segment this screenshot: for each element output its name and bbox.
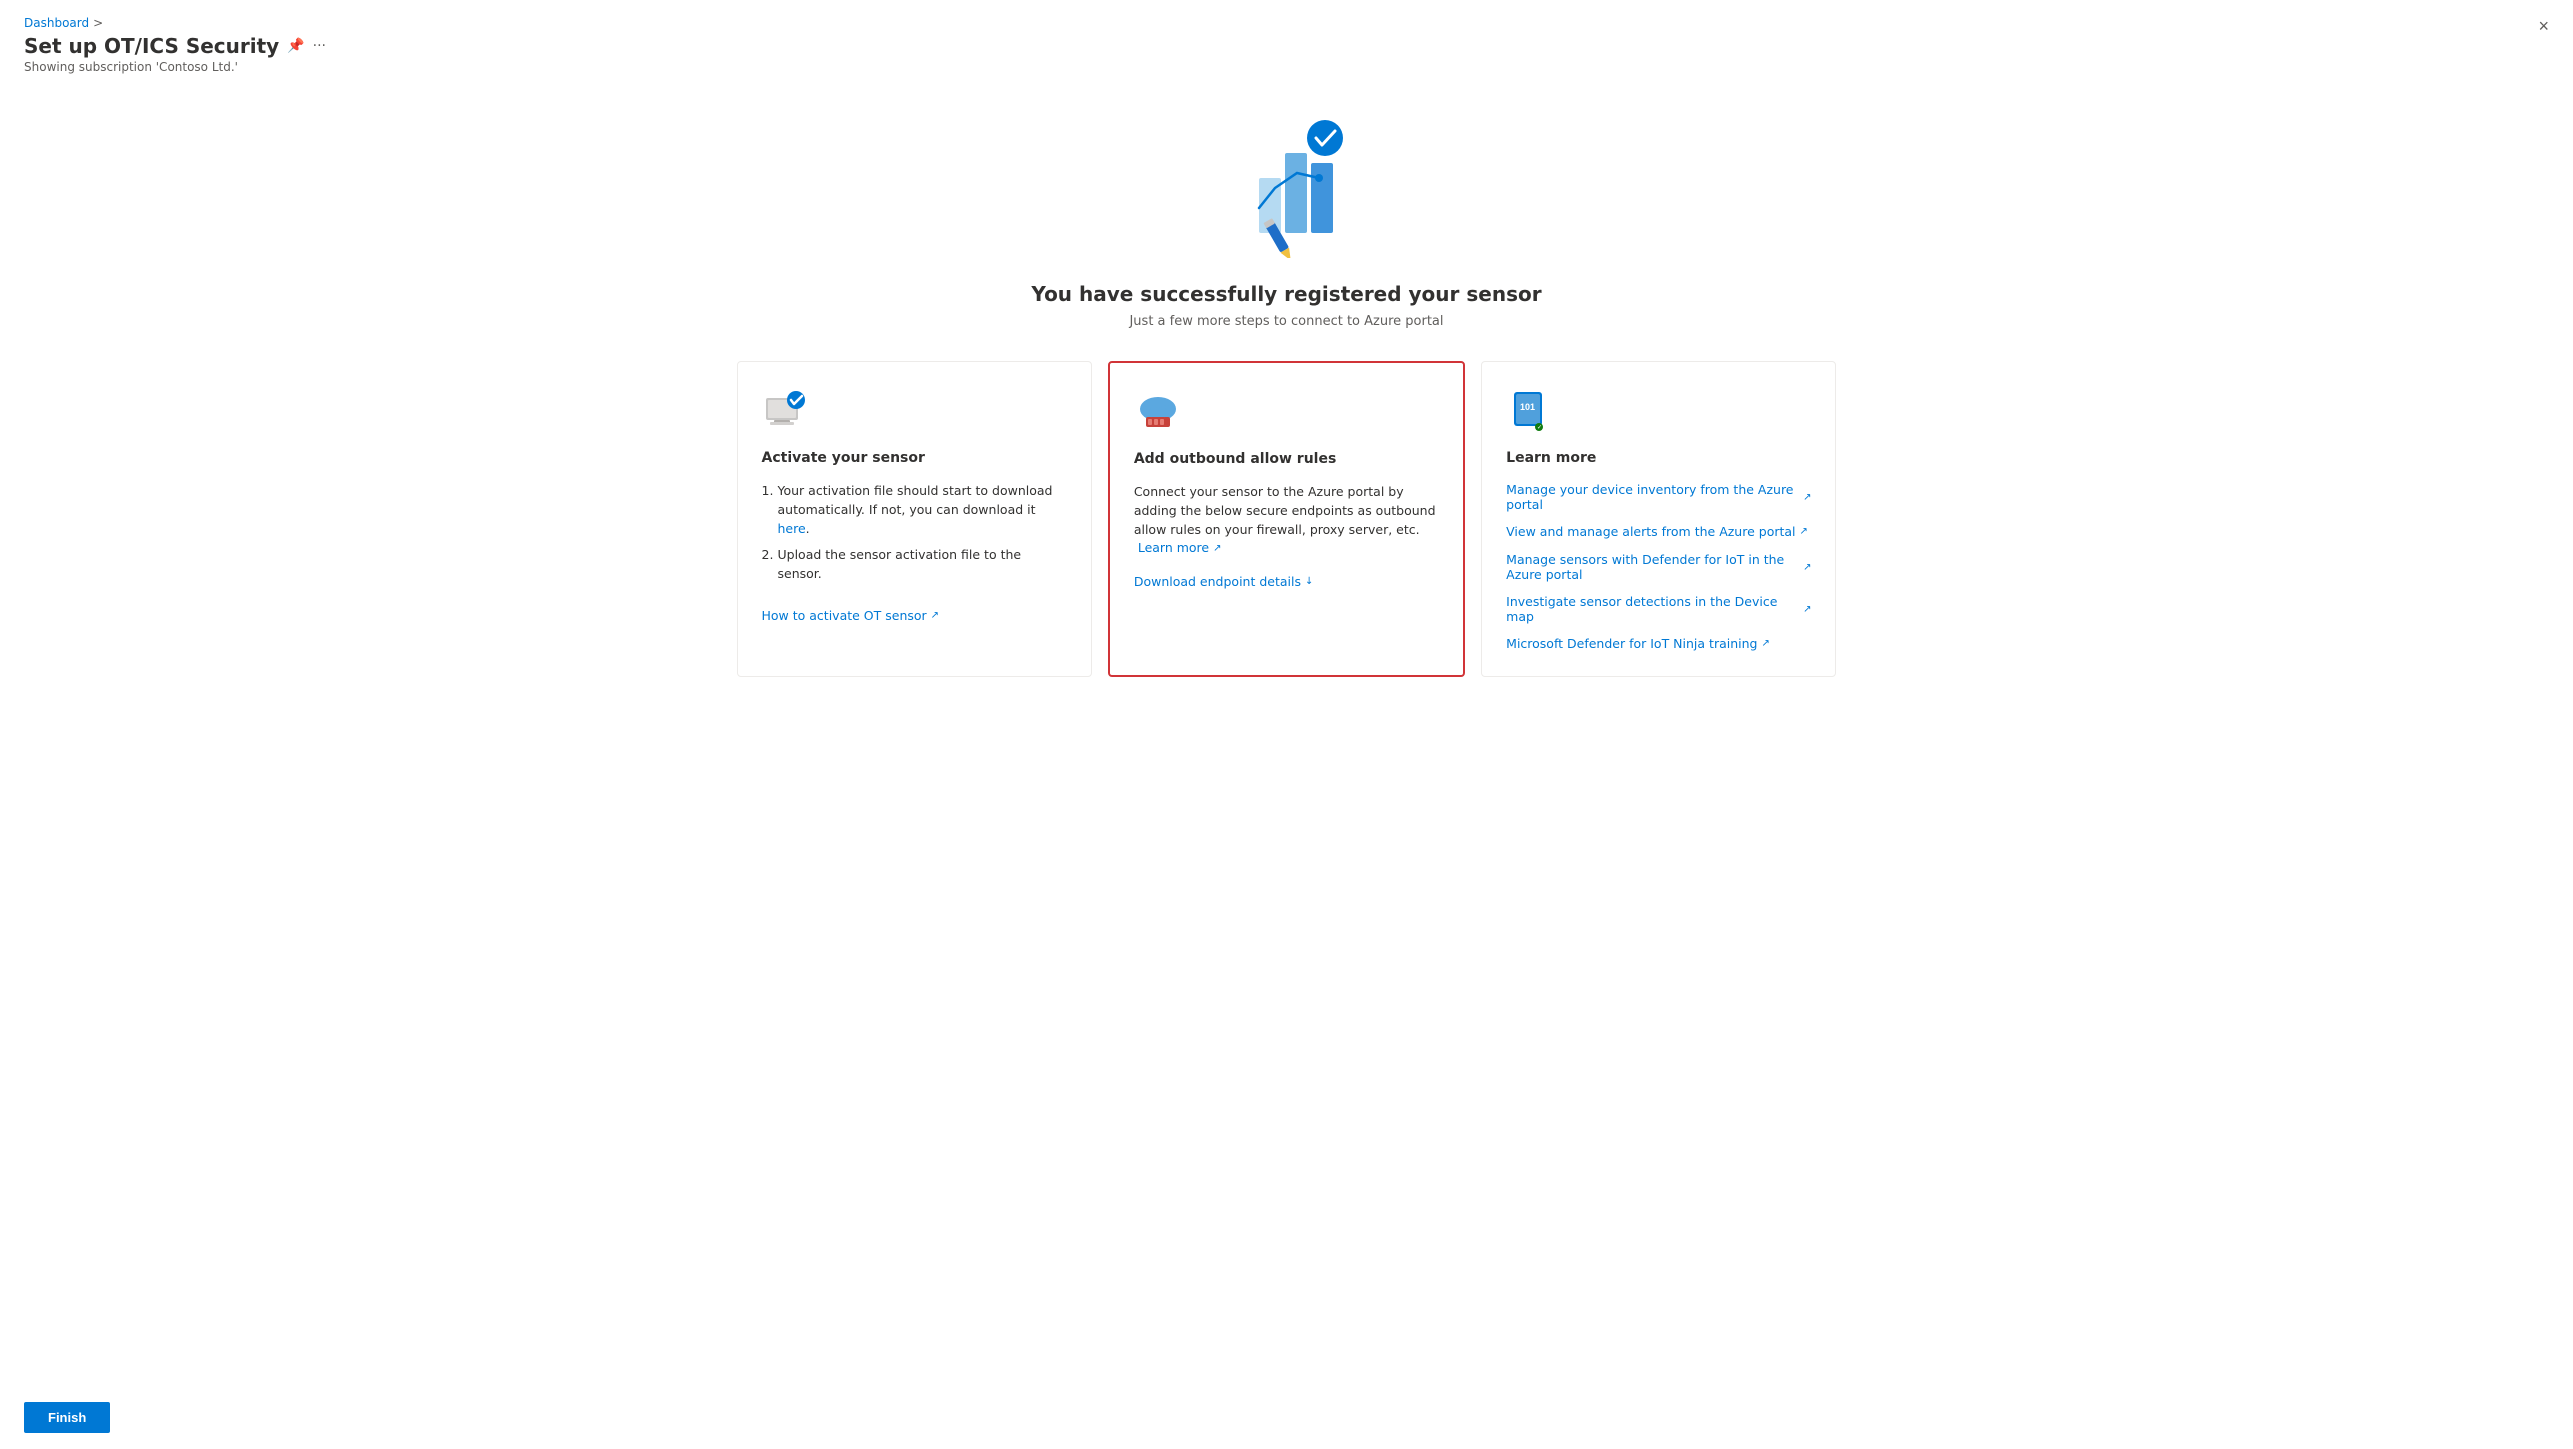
page-header: Set up OT/ICS Security 📌 ··· — [24, 34, 2549, 58]
list-item: Manage sensors with Defender for IoT in … — [1506, 552, 1811, 582]
cards-row: Activate your sensor Your activation fil… — [737, 361, 1837, 677]
outbound-icon — [1134, 387, 1182, 435]
page-subtitle: Showing subscription 'Contoso Ltd.' — [24, 60, 2549, 74]
activate-sensor-card: Activate your sensor Your activation fil… — [737, 361, 1092, 677]
learn-more-ext-icon: ↗ — [1213, 541, 1221, 556]
learn-more-card: 101 ✓ Learn more Manage your device inve… — [1481, 361, 1836, 677]
download-endpoint-link[interactable]: Download endpoint details ↓ — [1134, 574, 1439, 589]
page-title: Set up OT/ICS Security — [24, 34, 279, 58]
activate-steps-list: Your activation file should start to dow… — [762, 482, 1067, 592]
svg-text:101: 101 — [1520, 402, 1535, 412]
device-map-link[interactable]: Investigate sensor detections in the Dev… — [1506, 594, 1811, 624]
ext-icon-4: ↗ — [1761, 638, 1769, 649]
outbound-rules-card: Add outbound allow rules Connect your se… — [1108, 361, 1465, 677]
learn-more-links-list: Manage your device inventory from the Az… — [1506, 482, 1811, 652]
finish-button[interactable]: Finish — [24, 1402, 110, 1433]
download-icon: ↓ — [1305, 576, 1313, 587]
breadcrumb-separator: > — [93, 16, 103, 30]
svg-text:✓: ✓ — [1537, 425, 1542, 431]
manage-sensors-link[interactable]: Manage sensors with Defender for IoT in … — [1506, 552, 1811, 582]
learn-more-icon: 101 ✓ — [1506, 386, 1554, 434]
list-item: View and manage alerts from the Azure po… — [1506, 524, 1811, 540]
success-title: You have successfully registered your se… — [1031, 282, 1541, 306]
success-subtitle: Just a few more steps to connect to Azur… — [1129, 314, 1443, 329]
list-item: Investigate sensor detections in the Dev… — [1506, 594, 1811, 624]
ext-icon-1: ↗ — [1800, 526, 1808, 537]
external-link-icon: ↗ — [931, 610, 939, 621]
ninja-training-link[interactable]: Microsoft Defender for IoT Ninja trainin… — [1506, 636, 1770, 651]
alerts-link[interactable]: View and manage alerts from the Azure po… — [1506, 524, 1808, 539]
footer: Finish — [24, 1378, 2549, 1433]
breadcrumb: Dashboard > — [24, 16, 2549, 30]
ext-icon-0: ↗ — [1803, 492, 1811, 503]
more-icon[interactable]: ··· — [313, 38, 326, 54]
activate-step-2: Upload the sensor activation file to the… — [762, 546, 1067, 584]
list-item: Manage your device inventory from the Az… — [1506, 482, 1811, 512]
learn-more-card-title: Learn more — [1506, 450, 1811, 466]
ext-icon-3: ↗ — [1803, 604, 1811, 615]
hero-illustration — [1207, 98, 1367, 258]
pin-icon[interactable]: 📌 — [287, 38, 304, 54]
main-content: You have successfully registered your se… — [24, 98, 2549, 1378]
device-inventory-link[interactable]: Manage your device inventory from the Az… — [1506, 482, 1811, 512]
breadcrumb-parent[interactable]: Dashboard — [24, 16, 89, 30]
list-item: Microsoft Defender for IoT Ninja trainin… — [1506, 636, 1811, 652]
activate-step-1: Your activation file should start to dow… — [762, 482, 1067, 538]
activate-card-title: Activate your sensor — [762, 450, 1067, 466]
outbound-card-title: Add outbound allow rules — [1134, 451, 1439, 467]
learn-more-link-outbound[interactable]: Learn more ↗ — [1138, 539, 1222, 558]
here-link[interactable]: here — [778, 520, 806, 539]
close-button[interactable]: × — [2538, 16, 2549, 37]
how-to-activate-link[interactable]: How to activate OT sensor ↗ — [762, 608, 1067, 623]
outbound-description: Connect your sensor to the Azure portal … — [1134, 483, 1439, 558]
activate-icon — [762, 386, 810, 434]
ext-icon-2: ↗ — [1803, 562, 1811, 573]
page-wrapper: × Dashboard > Set up OT/ICS Security 📌 ·… — [0, 0, 2573, 1449]
